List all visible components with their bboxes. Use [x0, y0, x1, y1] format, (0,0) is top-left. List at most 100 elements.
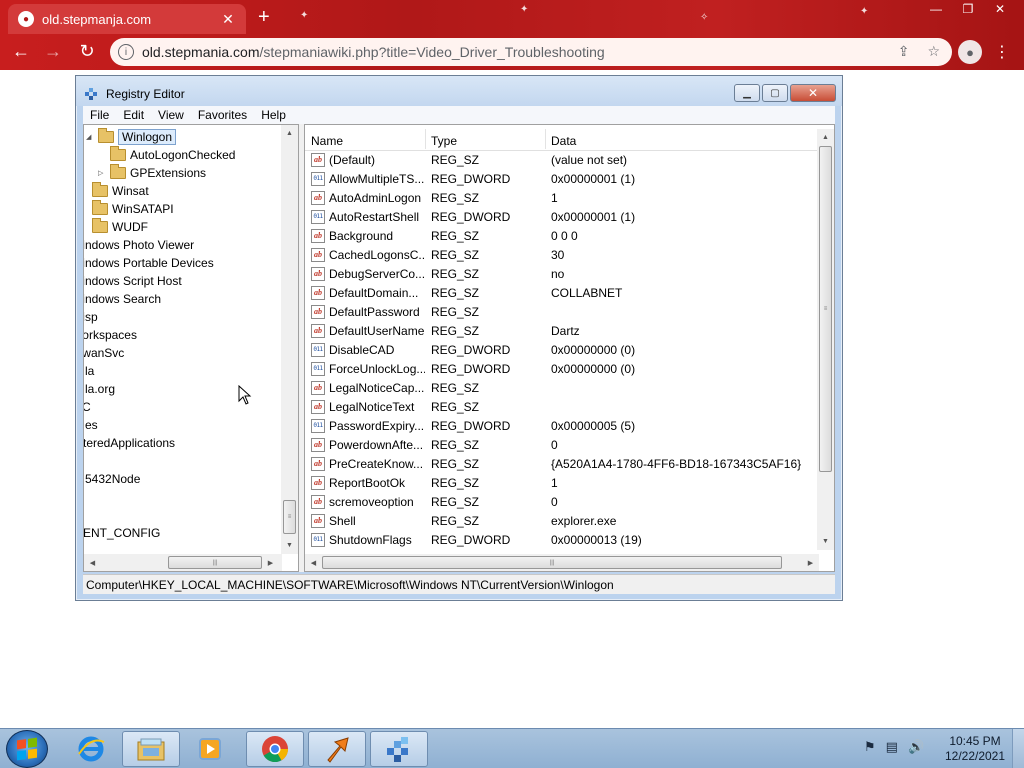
tree-item[interactable]: 'indows Search: [84, 290, 161, 308]
scroll-left-icon[interactable]: ◀: [84, 554, 101, 571]
close-tab-icon[interactable]: ✕: [220, 11, 236, 28]
profile-avatar-icon[interactable]: ●: [958, 40, 982, 64]
info-icon[interactable]: i: [118, 44, 134, 60]
taskbar-windows-explorer[interactable]: [122, 731, 180, 767]
tree-item[interactable]: teredApplications: [84, 434, 175, 452]
scroll-right-icon[interactable]: ▶: [262, 554, 279, 571]
browser-tab[interactable]: ● old.stepmanja.com ✕: [8, 4, 246, 34]
scroll-up-icon[interactable]: ▲: [281, 125, 298, 142]
scroll-thumb[interactable]: ≡: [283, 500, 296, 534]
address-bar[interactable]: i old.stepmania.com/stepmaniawiki.php?ti…: [110, 38, 952, 66]
tree-vertical-scrollbar[interactable]: ▲ ≡ ▼: [281, 125, 298, 554]
tree-item[interactable]: 'indows Portable Devices: [84, 254, 214, 272]
key-tree-pane[interactable]: ◢ Winlogon AutoLogonChecked ▷ GPExtensio…: [83, 124, 299, 572]
tree-item[interactable]: ENT_CONFIG: [84, 524, 160, 542]
volume-icon[interactable]: 🔊: [908, 739, 924, 755]
scroll-right-icon[interactable]: ▶: [802, 554, 819, 571]
tree-item[interactable]: 'orkspaces: [84, 326, 137, 344]
value-row[interactable]: ab LegalNoticeCap... REG_SZ: [305, 379, 819, 398]
tree-item[interactable]: es: [85, 416, 98, 434]
taskbar-reporting-app[interactable]: [308, 731, 366, 767]
tree-item[interactable]: 'indows Photo Viewer: [84, 236, 194, 254]
taskbar-registry-editor[interactable]: [370, 731, 428, 767]
value-row[interactable]: 011 DisableCAD REG_DWORD 0x00000000 (0): [305, 341, 819, 360]
taskbar-media-player[interactable]: [182, 731, 240, 767]
value-row[interactable]: ab scremoveoption REG_SZ 0: [305, 493, 819, 512]
value-row[interactable]: ab PreCreateKnow... REG_SZ {A520A1A4-1780-4…: [305, 455, 819, 474]
value-row[interactable]: ab LegalNoticeText REG_SZ: [305, 398, 819, 417]
menu-file[interactable]: File: [83, 108, 116, 122]
window-titlebar[interactable]: Registry Editor ▁ ▢ ✕: [76, 76, 842, 106]
tree-item[interactable]: 'indows Script Host: [84, 272, 182, 290]
minimize-icon[interactable]: —: [920, 0, 952, 18]
tree-item[interactable]: Winsat: [92, 182, 149, 200]
value-row[interactable]: ab DefaultPassword REG_SZ: [305, 303, 819, 322]
value-row[interactable]: ab ReportBootOk REG_SZ 1: [305, 474, 819, 493]
scroll-left-icon[interactable]: ◀: [305, 554, 322, 571]
value-row[interactable]: 011 ForceUnlockLog... REG_DWORD 0x00000000 …: [305, 360, 819, 379]
expand-icon[interactable]: ▷: [98, 169, 108, 177]
reload-button[interactable]: ↻: [76, 41, 98, 62]
bookmark-star-icon[interactable]: ☆: [927, 43, 940, 60]
column-header-data[interactable]: Data: [551, 134, 576, 148]
scroll-up-icon[interactable]: ▲: [817, 129, 834, 146]
value-row[interactable]: 011 AllowMultipleTS... REG_DWORD 0x00000001…: [305, 170, 819, 189]
minimize-button[interactable]: ▁: [734, 84, 760, 102]
menu-favorites[interactable]: Favorites: [191, 108, 254, 122]
close-icon[interactable]: ✕: [984, 0, 1016, 18]
tree-item[interactable]: 'isp: [84, 308, 98, 326]
tree-item[interactable]: 5432Node: [85, 470, 140, 488]
value-row[interactable]: ab DebugServerCo... REG_SZ no: [305, 265, 819, 284]
column-header-name[interactable]: Name: [311, 134, 343, 148]
tree-item[interactable]: WinSATAPI: [92, 200, 174, 218]
scroll-thumb[interactable]: |||: [168, 556, 262, 569]
value-row[interactable]: ab CachedLogonsC... REG_SZ 30: [305, 246, 819, 265]
list-vertical-scrollbar[interactable]: ▲ ≡ ▼: [817, 129, 834, 550]
browser-menu-icon[interactable]: ⋮: [994, 42, 1010, 62]
column-header-type[interactable]: Type: [431, 134, 457, 148]
scroll-down-icon[interactable]: ▼: [817, 533, 834, 550]
start-button[interactable]: [6, 730, 48, 768]
maximize-button[interactable]: ▢: [762, 84, 788, 102]
tree-item[interactable]: la.org: [85, 380, 115, 398]
scroll-down-icon[interactable]: ▼: [281, 537, 298, 554]
network-icon[interactable]: ▤: [886, 739, 898, 755]
value-row[interactable]: ab DefaultUserName REG_SZ Dartz: [305, 322, 819, 341]
value-row[interactable]: ab Background REG_SZ 0 0 0: [305, 227, 819, 246]
show-desktop-button[interactable]: [1012, 729, 1024, 768]
scroll-thumb[interactable]: |||: [322, 556, 782, 569]
tree-item[interactable]: WUDF: [92, 218, 148, 236]
tree-item[interactable]: AutoLogonChecked: [110, 146, 235, 164]
menu-view[interactable]: View: [151, 108, 191, 122]
taskbar-clock[interactable]: 10:45 PM 12/22/2021: [940, 734, 1010, 764]
scroll-thumb[interactable]: ≡: [819, 146, 832, 472]
back-button[interactable]: ←: [10, 41, 32, 62]
tree-horizontal-scrollbar[interactable]: ◀ ||| ▶: [84, 554, 282, 571]
tree-item[interactable]: ▷ GPExtensions: [98, 164, 206, 182]
new-tab-button[interactable]: +: [258, 6, 270, 29]
tree-item[interactable]: ◢ Winlogon: [86, 128, 177, 146]
value-row[interactable]: ab AutoAdminLogon REG_SZ 1: [305, 189, 819, 208]
taskbar-chrome[interactable]: [246, 731, 304, 767]
values-list-pane[interactable]: Name Type Data ab (Default) REG_SZ (value n…: [304, 124, 835, 572]
value-row[interactable]: ab Shell REG_SZ explorer.exe: [305, 512, 819, 531]
list-horizontal-scrollbar[interactable]: ◀ ||| ▶: [305, 554, 819, 571]
value-row[interactable]: 011 PasswordExpiry... REG_DWORD 0x00000005 …: [305, 417, 819, 436]
collapse-icon[interactable]: ◢: [86, 133, 96, 141]
forward-button[interactable]: →: [42, 41, 64, 62]
tree-item[interactable]: 'wanSvc: [84, 344, 124, 362]
tree-item[interactable]: la: [85, 362, 94, 380]
restore-icon[interactable]: ❐: [952, 0, 984, 18]
taskbar-internet-explorer[interactable]: [62, 731, 120, 767]
menu-help[interactable]: Help: [254, 108, 293, 122]
close-button[interactable]: ✕: [790, 84, 836, 102]
value-row[interactable]: ab (Default) REG_SZ (value not set): [305, 151, 819, 170]
value-row[interactable]: 011 ShutdownFlags REG_DWORD 0x00000013 (19): [305, 531, 819, 550]
menu-edit[interactable]: Edit: [116, 108, 151, 122]
share-icon[interactable]: ⇪: [898, 43, 910, 60]
value-row[interactable]: ab DefaultDomain... REG_SZ COLLABNET: [305, 284, 819, 303]
value-row[interactable]: ab PowerdownAfte... REG_SZ 0: [305, 436, 819, 455]
action-center-flag-icon[interactable]: ⚑: [864, 739, 876, 755]
tree-item[interactable]: C: [84, 398, 91, 416]
value-row[interactable]: 011 AutoRestartShell REG_DWORD 0x00000001 (…: [305, 208, 819, 227]
